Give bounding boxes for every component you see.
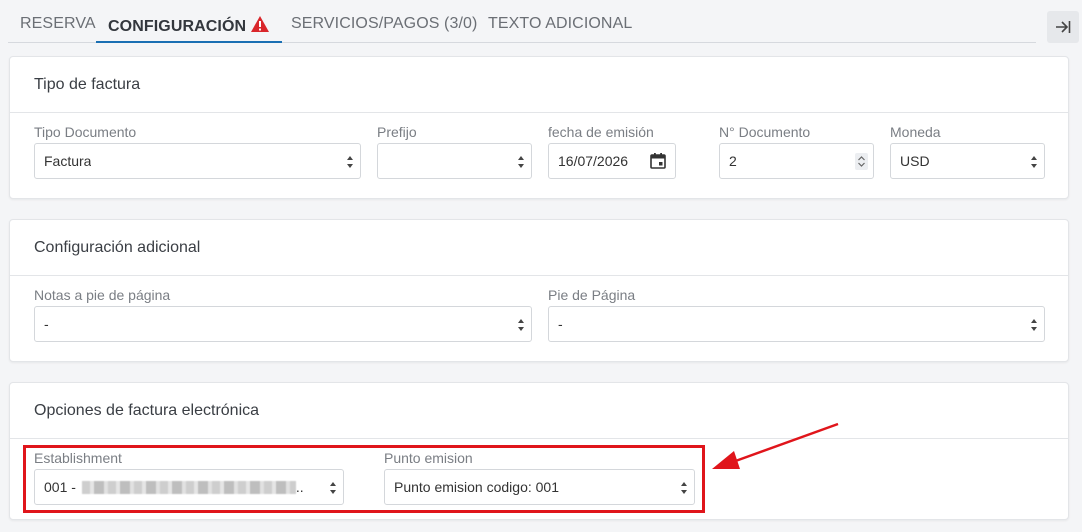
collapse-right-icon bbox=[1056, 21, 1071, 33]
select-arrows-icon bbox=[1031, 156, 1037, 168]
warning-triangle-icon bbox=[250, 15, 270, 38]
doc-type-label: Tipo Documento bbox=[34, 124, 137, 140]
issue-date-input[interactable]: 16/07/2026 bbox=[548, 143, 676, 179]
calendar-icon[interactable] bbox=[649, 152, 667, 170]
footnotes-label: Notas a pie de página bbox=[34, 287, 171, 303]
tab-reserva[interactable]: RESERVA bbox=[8, 15, 108, 43]
currency-label: Moneda bbox=[890, 124, 941, 140]
footer-select[interactable]: - bbox=[548, 306, 1045, 342]
issue-date-label: fecha de emisión bbox=[548, 124, 654, 140]
tab-configuracion[interactable]: CONFIGURACIÓN bbox=[96, 15, 283, 43]
spinner-arrows-icon bbox=[858, 156, 865, 167]
highlight-rectangle bbox=[23, 445, 705, 513]
select-arrows-icon bbox=[518, 156, 524, 168]
card-title: Tipo de factura bbox=[10, 57, 1068, 113]
prefix-label: Prefijo bbox=[377, 124, 417, 140]
select-arrows-icon bbox=[518, 319, 524, 331]
card-title: Opciones de factura electrónica bbox=[10, 383, 1068, 439]
footer-label: Pie de Página bbox=[548, 287, 636, 303]
doc-type-select[interactable]: Factura bbox=[34, 143, 361, 179]
tab-bar: RESERVA CONFIGURACIÓN SERVICIOS/PAGOS (3… bbox=[8, 0, 1036, 43]
prefix-select[interactable] bbox=[377, 143, 532, 179]
invoice-type-card: Tipo de factura Tipo Documento Factura P… bbox=[9, 56, 1069, 199]
tab-texto-adicional[interactable]: TEXTO ADICIONAL bbox=[476, 15, 644, 43]
card-title: Configuración adicional bbox=[10, 220, 1068, 276]
select-arrows-icon bbox=[1031, 319, 1037, 331]
additional-config-card: Configuración adicional Notas a pie de p… bbox=[9, 219, 1069, 362]
collapse-panel-button[interactable] bbox=[1047, 11, 1079, 43]
doc-number-label: N° Documento bbox=[719, 124, 811, 140]
footnotes-select[interactable]: - bbox=[34, 306, 532, 342]
select-arrows-icon bbox=[347, 156, 353, 168]
annotation-arrow-icon bbox=[712, 422, 839, 469]
doc-number-input[interactable]: 2 bbox=[719, 143, 874, 179]
currency-select[interactable]: USD bbox=[890, 143, 1045, 179]
number-spinner[interactable] bbox=[855, 153, 868, 170]
tab-servicios-pagos[interactable]: SERVICIOS/PAGOS (3/0) bbox=[279, 15, 489, 43]
